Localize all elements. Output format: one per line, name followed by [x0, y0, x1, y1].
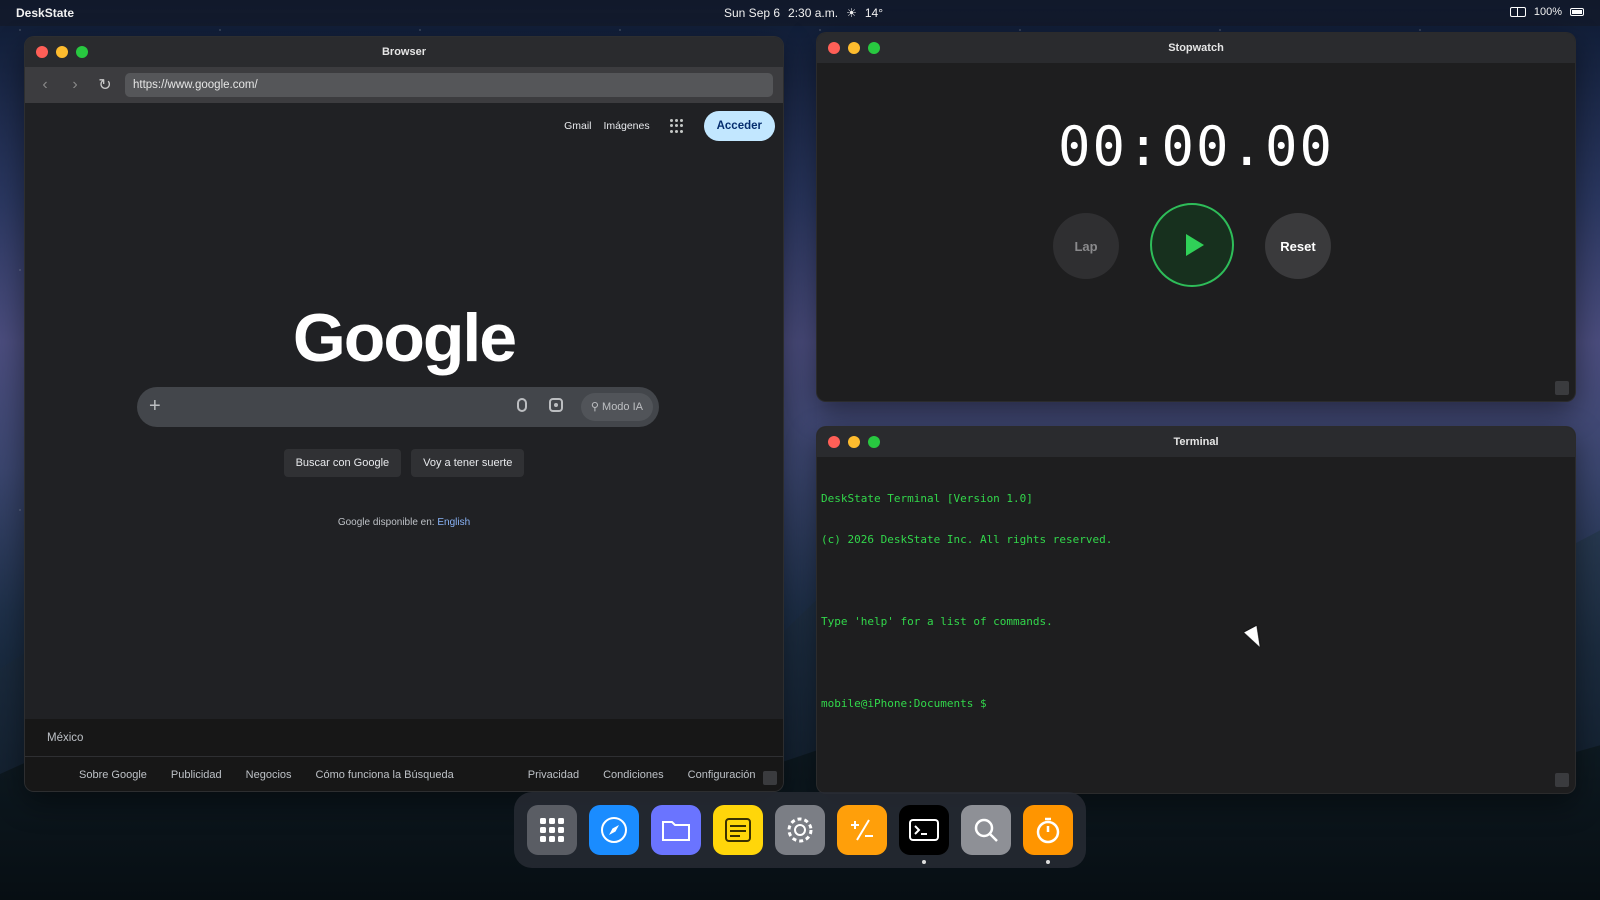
- close-button[interactable]: [36, 46, 48, 58]
- running-indicator: [922, 860, 926, 864]
- lens-camera-icon[interactable]: [549, 398, 563, 412]
- notes-icon[interactable]: [713, 805, 763, 855]
- footer-link-settings[interactable]: Configuración: [688, 769, 756, 781]
- terminal-line: (c) 2026 DeskState Inc. All rights reser…: [821, 532, 1113, 546]
- maximize-button[interactable]: [868, 42, 880, 54]
- stopwatch-titlebar[interactable]: Stopwatch: [817, 33, 1575, 63]
- terminal-line: Type 'help' for a list of commands.: [821, 614, 1053, 628]
- maximize-button[interactable]: [76, 46, 88, 58]
- ai-mode-label: Modo IA: [602, 401, 643, 413]
- stopwatch-title: Stopwatch: [1168, 42, 1224, 54]
- terminal-window: Terminal DeskState Terminal [Version 1.0…: [816, 426, 1576, 794]
- gmail-link[interactable]: Gmail: [564, 120, 591, 132]
- google-header: Gmail Imágenes Acceder: [564, 111, 775, 141]
- resize-handle[interactable]: [763, 771, 777, 785]
- dock: [514, 792, 1086, 868]
- reload-icon[interactable]: ↻: [95, 75, 115, 95]
- files-folder-icon[interactable]: [651, 805, 701, 855]
- country-label: México: [25, 719, 783, 757]
- lap-button[interactable]: Lap: [1053, 213, 1119, 279]
- resize-handle[interactable]: [1555, 381, 1569, 395]
- ai-mode-button[interactable]: ⚲ Modo IA: [580, 393, 653, 421]
- signin-button[interactable]: Acceder: [703, 111, 775, 141]
- search-magnifier-icon[interactable]: [961, 805, 1011, 855]
- date-text: Sun Sep 6: [724, 6, 781, 20]
- search-buttons: Buscar con Google Voy a tener suerte: [25, 449, 783, 477]
- url-bar[interactable]: https://www.google.com/: [125, 73, 773, 97]
- language-offer: Google disponible en: English: [25, 517, 783, 528]
- browser-window: Browser ‹ › ↻ https://www.google.com/ Gm…: [24, 36, 784, 792]
- maximize-button[interactable]: [868, 436, 880, 448]
- apps-grid-icon[interactable]: [669, 119, 684, 133]
- stopwatch-icon[interactable]: [1023, 805, 1073, 864]
- footer-link-about[interactable]: Sobre Google: [79, 769, 147, 781]
- calculator-icon[interactable]: [837, 805, 887, 855]
- footer-link-how-search-works[interactable]: Cómo funciona la Búsqueda: [316, 769, 454, 781]
- google-logo: Google: [292, 300, 517, 376]
- feeling-lucky-button[interactable]: Voy a tener suerte: [411, 449, 525, 477]
- menu-bar: DeskState Sun Sep 6 2:30 a.m. ☀ 14° 100%: [0, 0, 1600, 26]
- search-box[interactable]: + ⚲ Modo IA: [137, 387, 659, 427]
- time-text: 2:30 a.m.: [788, 6, 839, 20]
- status-area: 100%: [1509, 6, 1584, 18]
- terminal-prompt[interactable]: mobile@iPhone:Documents $: [821, 697, 1571, 711]
- clock-area[interactable]: Sun Sep 6 2:30 a.m. ☀ 14°: [724, 6, 883, 20]
- stopwatch-display: 00:00.00: [1057, 115, 1335, 178]
- google-footer: México Sobre Google Publicidad Negocios …: [25, 719, 783, 791]
- safari-compass-icon[interactable]: [589, 805, 639, 855]
- running-indicator: [1046, 860, 1050, 864]
- battery-percent: 100%: [1533, 6, 1562, 18]
- reset-button[interactable]: Reset: [1265, 213, 1331, 279]
- footer-link-privacy[interactable]: Privacidad: [528, 769, 579, 781]
- search-google-button[interactable]: Buscar con Google: [283, 449, 402, 477]
- display-icon[interactable]: [1509, 7, 1526, 17]
- browser-titlebar[interactable]: Browser: [25, 37, 783, 67]
- close-button[interactable]: [828, 436, 840, 448]
- play-icon: [1185, 234, 1204, 256]
- footer-link-advertising[interactable]: Publicidad: [171, 769, 222, 781]
- browser-title: Browser: [381, 46, 427, 58]
- browser-toolbar: ‹ › ↻ https://www.google.com/: [25, 67, 783, 103]
- images-link[interactable]: Imágenes: [603, 120, 649, 132]
- microphone-icon[interactable]: [517, 398, 527, 412]
- footer-link-terms[interactable]: Condiciones: [603, 769, 664, 781]
- minimize-button[interactable]: [848, 436, 860, 448]
- settings-gear-icon[interactable]: [775, 805, 825, 855]
- plus-icon[interactable]: +: [149, 395, 161, 418]
- battery-icon[interactable]: [1570, 8, 1584, 16]
- resize-handle[interactable]: [1555, 773, 1569, 787]
- launchpad-icon[interactable]: [527, 805, 577, 855]
- terminal-titlebar[interactable]: Terminal: [817, 427, 1575, 457]
- language-text: Google disponible en:: [337, 517, 435, 528]
- terminal-line: DeskState Terminal [Version 1.0]: [821, 492, 1033, 506]
- google-page: Gmail Imágenes Acceder Google + ⚲ Modo I…: [25, 103, 783, 791]
- back-arrow-icon[interactable]: ‹: [35, 75, 55, 95]
- stopwatch-window: Stopwatch 00:00.00 Lap Reset: [816, 32, 1576, 402]
- sun-icon: ☀: [846, 6, 857, 20]
- english-link[interactable]: English: [437, 517, 470, 528]
- footer-link-business[interactable]: Negocios: [246, 769, 292, 781]
- start-button[interactable]: [1150, 203, 1234, 287]
- minimize-button[interactable]: [56, 46, 68, 58]
- minimize-button[interactable]: [848, 42, 860, 54]
- terminal-icon[interactable]: [899, 805, 949, 864]
- footer-links: Sobre Google Publicidad Negocios Cómo fu…: [25, 757, 783, 791]
- forward-arrow-icon[interactable]: ›: [65, 75, 85, 95]
- terminal-output[interactable]: DeskState Terminal [Version 1.0] (c) 202…: [817, 457, 1575, 746]
- close-button[interactable]: [828, 42, 840, 54]
- app-name[interactable]: DeskState: [16, 6, 74, 20]
- terminal-title: Terminal: [1173, 436, 1219, 448]
- weather-text: 14°: [864, 6, 883, 20]
